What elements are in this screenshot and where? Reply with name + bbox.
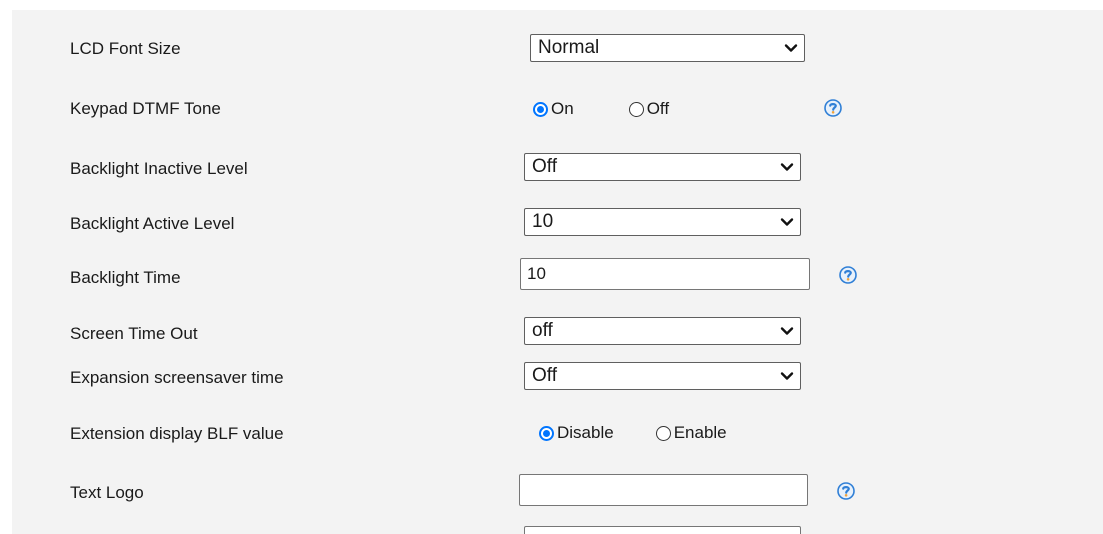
backlight-active-level-select[interactable]: 10 (524, 208, 801, 236)
question-help-icon[interactable] (838, 265, 858, 285)
chevron-down-icon (780, 215, 794, 229)
screen-time-out-select[interactable]: off (524, 317, 801, 345)
dtmf-on-radio[interactable] (533, 101, 548, 117)
dtmf-on-label: On (551, 99, 574, 118)
lcd-font-size-value: Normal (538, 37, 600, 58)
expansion-screensaver-time-label: Expansion screensaver time (70, 368, 284, 387)
dtmf-off-option[interactable]: Off (628, 99, 670, 119)
expansion-screensaver-time-value: Off (532, 365, 557, 386)
backlight-inactive-level-value: Off (532, 156, 557, 177)
blf-disable-radio[interactable] (539, 425, 554, 441)
text-logo-input[interactable] (519, 474, 808, 506)
lcd-font-size-select[interactable]: Normal (530, 34, 805, 62)
backlight-inactive-level-select[interactable]: Off (524, 153, 801, 181)
dtmf-off-label: Off (646, 99, 670, 118)
chevron-down-icon (784, 41, 798, 55)
settings-page: LCD Font Size Normal Keypad DTMF Tone On… (0, 0, 1103, 534)
blf-enable-radio[interactable] (655, 425, 671, 441)
text-logo-label: Text Logo (70, 483, 144, 502)
expansion-screensaver-time-select[interactable]: Off (524, 362, 801, 390)
question-help-icon[interactable] (836, 481, 856, 501)
screen-time-out-value: off (532, 320, 553, 341)
blf-enable-option[interactable]: Enable (655, 423, 727, 443)
backlight-time-label: Backlight Time (70, 268, 181, 287)
chevron-down-icon (780, 160, 794, 174)
keypad-dtmf-tone-label: Keypad DTMF Tone (70, 99, 221, 118)
dtmf-off-radio[interactable] (628, 101, 644, 117)
backlight-active-level-label: Backlight Active Level (70, 214, 235, 233)
backlight-active-level-value: 10 (532, 211, 554, 232)
question-help-icon[interactable] (823, 98, 843, 118)
next-setting-input-partial[interactable] (524, 526, 801, 534)
chevron-down-icon (780, 369, 794, 383)
backlight-inactive-level-label: Backlight Inactive Level (70, 159, 248, 178)
blf-enable-label: Enable (673, 423, 727, 442)
chevron-down-icon (780, 324, 794, 338)
dtmf-on-option[interactable]: On (533, 99, 574, 119)
lcd-font-size-label: LCD Font Size (70, 39, 181, 58)
extension-display-blf-radio-group: Disable Enable (539, 421, 727, 445)
keypad-dtmf-tone-radio-group: On Off (533, 97, 669, 121)
blf-disable-option[interactable]: Disable (539, 423, 614, 443)
blf-disable-label: Disable (557, 423, 614, 442)
extension-display-blf-value-label: Extension display BLF value (70, 424, 284, 443)
screen-time-out-label: Screen Time Out (70, 324, 198, 343)
backlight-time-input[interactable]: 10 (520, 258, 810, 290)
